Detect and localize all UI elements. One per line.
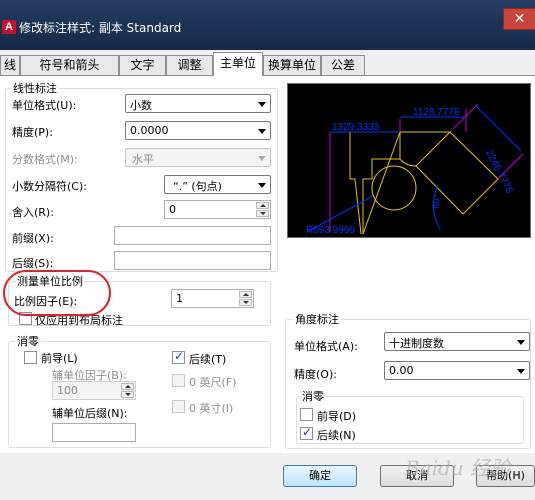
decimal-separator-label: 小数分隔符(C): xyxy=(12,180,87,193)
unit-format-value: 小数 xyxy=(130,99,152,112)
precision-value: 0.0000 xyxy=(130,124,169,137)
spinner-arrows-icon xyxy=(121,383,134,398)
chevron-down-icon xyxy=(258,156,266,161)
angular-precision-value: 0.00 xyxy=(389,364,414,377)
angular-zero-suppression-title: 消零 xyxy=(300,388,326,404)
checkmark-icon: ✓ xyxy=(302,425,313,439)
highlight-ellipse xyxy=(3,270,111,316)
zero-suppression-title: 消零 xyxy=(15,333,41,349)
tab-fit[interactable]: 调整 xyxy=(166,55,213,75)
autocad-app-icon[interactable]: A xyxy=(2,20,16,34)
prefix-label: 前缀(X): xyxy=(12,232,54,245)
sub-unit-factor-value: 100 xyxy=(57,384,78,397)
tab-tolerances[interactable]: 公差 xyxy=(321,55,365,75)
leading-zero-label: 前导(L) xyxy=(41,352,78,365)
tab-primary-units[interactable]: 主单位 xyxy=(213,52,263,76)
chevron-down-icon xyxy=(258,129,266,134)
suffix-label: 后缀(S): xyxy=(12,257,54,270)
checkmark-icon: ✓ xyxy=(174,349,185,363)
angular-precision-select[interactable]: 0.00 xyxy=(384,361,530,380)
round-off-value: 0 xyxy=(169,203,176,216)
preview-geometry xyxy=(371,165,417,211)
baidu-watermark: Baidu 经验 xyxy=(405,456,511,480)
prefix-input[interactable] xyxy=(114,226,271,245)
chevron-down-icon xyxy=(258,102,266,107)
linear-dimensions-title: 线性标注 xyxy=(11,80,59,96)
angular-unit-format-label: 单位格式(A): xyxy=(294,340,358,353)
trailing-zero-checkbox[interactable]: ✓ xyxy=(172,349,185,364)
scale-factor-spinner[interactable]: 1 xyxy=(171,289,254,308)
window-title: 修改标注样式: 副本 Standard xyxy=(19,21,182,35)
zero-feet-label: 0 英尺(F) xyxy=(189,376,237,389)
zero-inches-label: 0 英寸(I) xyxy=(189,402,234,415)
preview-geometry xyxy=(349,131,401,235)
zero-inches-checkbox xyxy=(172,400,185,413)
tab-lines[interactable]: 线 xyxy=(0,55,20,75)
angular-unit-format-select[interactable]: 十进制度数 xyxy=(384,332,530,351)
angular-trailing-zero-checkbox[interactable]: ✓ xyxy=(300,425,313,440)
fraction-format-value: 水平 xyxy=(132,153,154,166)
decimal-separator-value: “.” (句点) xyxy=(173,180,222,193)
preview-geometry xyxy=(415,131,499,215)
chevron-down-icon xyxy=(517,369,525,374)
trailing-zero-label: 后续(T) xyxy=(189,353,227,366)
fraction-format-label: 分数格式(M): xyxy=(12,153,78,166)
angular-dimensions-title: 角度标注 xyxy=(293,311,341,327)
unit-format-label: 单位格式(U): xyxy=(12,99,77,112)
angular-precision-label: 精度(O): xyxy=(294,368,337,381)
scale-factor-value: 1 xyxy=(176,292,183,305)
tab-symbols-arrows[interactable]: 符号和箭头 xyxy=(20,55,119,75)
chevron-down-icon xyxy=(517,340,525,345)
spinner-arrows-icon[interactable] xyxy=(239,291,252,306)
dimension-preview: 1128.7778 1329.3333 2246.7776 R593.9999 … xyxy=(287,83,531,238)
sub-unit-suffix-label: 辅单位后缀(N): xyxy=(52,407,128,420)
round-off-spinner[interactable]: 0 xyxy=(164,200,271,219)
suffix-input[interactable] xyxy=(114,251,271,270)
preview-dim-left: 1329.3333 xyxy=(332,122,380,133)
preview-dim-top: 1128.7778 xyxy=(413,107,460,118)
precision-label: 精度(P): xyxy=(12,126,53,139)
spinner-arrows-icon[interactable] xyxy=(256,202,269,217)
preview-geometry xyxy=(399,131,452,167)
angular-leading-zero-checkbox[interactable] xyxy=(300,408,313,421)
preview-dim-radius: R593.9999 xyxy=(306,225,355,236)
fraction-format-select: 水平 xyxy=(125,148,271,167)
decimal-separator-select[interactable]: “.” (句点) xyxy=(164,175,271,194)
preview-dim-angle: 60° xyxy=(430,194,442,210)
angular-unit-format-value: 十进制度数 xyxy=(389,337,444,350)
precision-select[interactable]: 0.0000 xyxy=(125,121,271,140)
preview-drawing: 1128.7778 1329.3333 2246.7776 R593.9999 … xyxy=(306,103,524,236)
tab-alternate-units[interactable]: 换算单位 xyxy=(263,55,321,75)
angular-leading-zero-label: 前导(D) xyxy=(317,410,357,423)
unit-format-select[interactable]: 小数 xyxy=(125,94,271,113)
angular-trailing-zero-label: 后续(N) xyxy=(317,429,356,442)
sub-unit-factor-spinner: 100 xyxy=(52,381,136,400)
zero-feet-checkbox xyxy=(172,374,185,387)
ok-button[interactable]: 确定 xyxy=(283,465,357,487)
preview-dimension-line xyxy=(475,105,522,152)
leading-zero-checkbox[interactable] xyxy=(24,351,37,364)
close-window-button[interactable]: ✕ xyxy=(503,8,535,30)
tab-text[interactable]: 文字 xyxy=(119,55,166,75)
sub-unit-suffix-input[interactable] xyxy=(52,423,136,442)
round-off-label: 舍入(R): xyxy=(12,206,54,219)
chevron-down-icon xyxy=(258,183,266,188)
